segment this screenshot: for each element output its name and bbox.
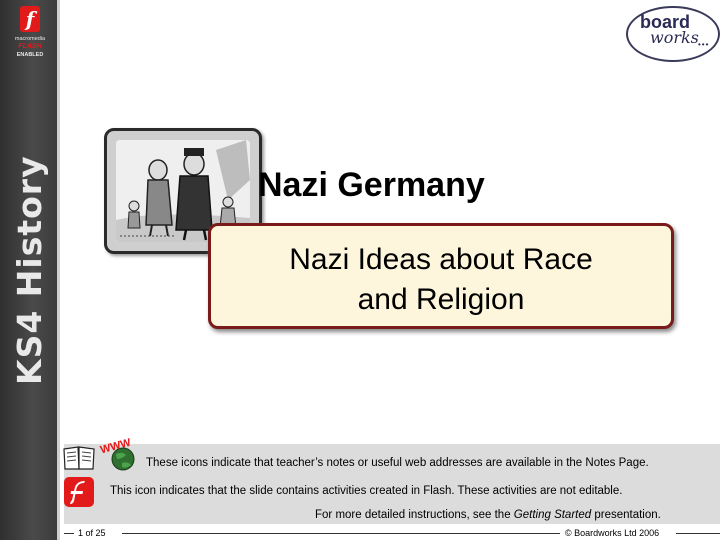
slide-title: Nazi Germany xyxy=(258,166,485,204)
flash-enabled-badge: f macromedia FLASH ENABLED xyxy=(6,6,54,64)
info-notes-text: These icons indicate that teacher’s note… xyxy=(146,457,649,469)
subtitle-line2: and Religion xyxy=(357,283,525,316)
subtitle-line1: Nazi Ideas about Race xyxy=(289,243,593,276)
teacher-notes-icon xyxy=(63,446,95,470)
getting-started-emphasis: Getting Started xyxy=(513,509,592,521)
flash-badge-line3: ENABLED xyxy=(16,52,44,58)
copyright-notice: © Boardworks Ltd 2006 xyxy=(565,528,660,538)
course-title: KS4 History xyxy=(10,155,49,385)
footer-rule-right xyxy=(676,533,720,534)
slide-subtitle: Nazi Ideas about Race and Religion xyxy=(211,240,671,320)
info-instructions-text: For more detailed instructions, see the … xyxy=(315,509,661,521)
info-instructions-before: For more detailed instructions, see the xyxy=(315,509,514,521)
footer-rule-left xyxy=(64,533,74,534)
info-instructions-after: presentation. xyxy=(591,509,661,521)
flash-badge-line1: macromedia xyxy=(14,36,46,42)
slide-counter: 1 of 25 xyxy=(78,528,106,538)
flash-logo-icon: f xyxy=(20,6,40,32)
boardworks-logo-works: works xyxy=(650,28,699,47)
boardworks-logo-dots: ••• xyxy=(698,40,710,49)
subtitle-box: Nazi Ideas about Race and Religion xyxy=(208,223,674,329)
info-flash-text: This icon indicates that the slide conta… xyxy=(110,485,623,497)
web-address-icon: WWW xyxy=(99,437,135,471)
flash-badge-line2: FLASH xyxy=(18,43,42,50)
footer-rule-middle xyxy=(122,533,560,534)
flash-activity-icon xyxy=(64,477,94,507)
side-band-edge xyxy=(57,0,60,540)
